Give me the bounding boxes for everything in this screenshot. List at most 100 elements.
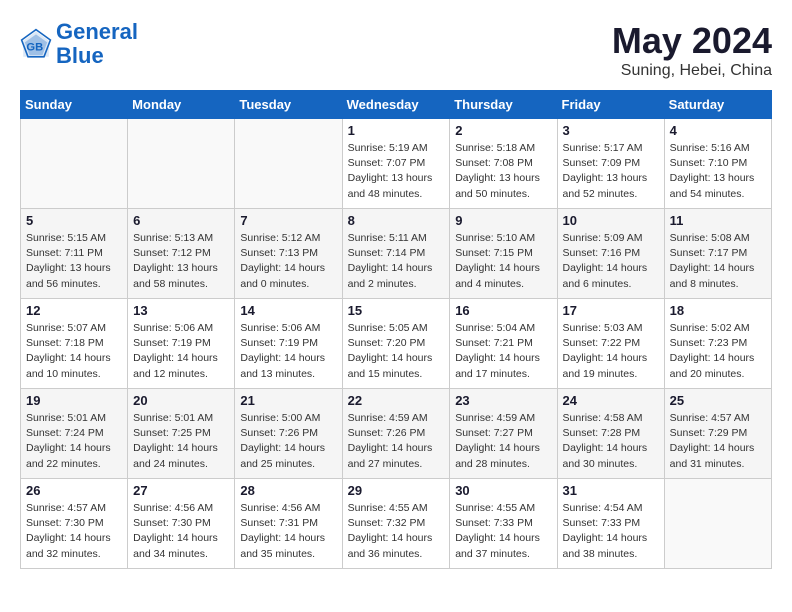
calendar-cell: 18 Sunrise: 5:02 AM Sunset: 7:23 PM Dayli…: [664, 299, 771, 389]
day-number: 18: [670, 303, 766, 318]
day-number: 29: [348, 483, 445, 498]
day-info: Sunrise: 4:55 AM Sunset: 7:33 PM Dayligh…: [455, 501, 551, 562]
month-year: May 2024: [612, 20, 772, 62]
weekday-header-saturday: Saturday: [664, 91, 771, 119]
calendar-cell: 29 Sunrise: 4:55 AM Sunset: 7:32 PM Dayli…: [342, 479, 450, 569]
day-number: 15: [348, 303, 445, 318]
day-number: 1: [348, 123, 445, 138]
day-number: 27: [133, 483, 229, 498]
location: Suning, Hebei, China: [612, 62, 772, 80]
weekday-header-sunday: Sunday: [21, 91, 128, 119]
day-info: Sunrise: 5:05 AM Sunset: 7:20 PM Dayligh…: [348, 321, 445, 382]
weekday-header-wednesday: Wednesday: [342, 91, 450, 119]
weekday-header-tuesday: Tuesday: [235, 91, 342, 119]
day-info: Sunrise: 5:04 AM Sunset: 7:21 PM Dayligh…: [455, 321, 551, 382]
day-number: 2: [455, 123, 551, 138]
weekday-header-monday: Monday: [128, 91, 235, 119]
day-info: Sunrise: 5:02 AM Sunset: 7:23 PM Dayligh…: [670, 321, 766, 382]
day-info: Sunrise: 5:15 AM Sunset: 7:11 PM Dayligh…: [26, 231, 122, 292]
day-number: 13: [133, 303, 229, 318]
day-info: Sunrise: 5:11 AM Sunset: 7:14 PM Dayligh…: [348, 231, 445, 292]
day-info: Sunrise: 5:01 AM Sunset: 7:24 PM Dayligh…: [26, 411, 122, 472]
calendar-cell: [128, 119, 235, 209]
day-info: Sunrise: 5:00 AM Sunset: 7:26 PM Dayligh…: [240, 411, 336, 472]
logo-line2: Blue: [56, 43, 104, 68]
day-number: 11: [670, 213, 766, 228]
calendar-cell: 15 Sunrise: 5:05 AM Sunset: 7:20 PM Dayli…: [342, 299, 450, 389]
calendar-cell: 13 Sunrise: 5:06 AM Sunset: 7:19 PM Dayli…: [128, 299, 235, 389]
svg-text:GB: GB: [26, 42, 43, 54]
week-row-4: 19 Sunrise: 5:01 AM Sunset: 7:24 PM Dayli…: [21, 389, 772, 479]
day-number: 25: [670, 393, 766, 408]
day-number: 3: [563, 123, 659, 138]
calendar-cell: 11 Sunrise: 5:08 AM Sunset: 7:17 PM Dayli…: [664, 209, 771, 299]
day-info: Sunrise: 4:54 AM Sunset: 7:33 PM Dayligh…: [563, 501, 659, 562]
day-number: 21: [240, 393, 336, 408]
day-info: Sunrise: 5:06 AM Sunset: 7:19 PM Dayligh…: [133, 321, 229, 382]
day-info: Sunrise: 5:08 AM Sunset: 7:17 PM Dayligh…: [670, 231, 766, 292]
calendar-cell: 24 Sunrise: 4:58 AM Sunset: 7:28 PM Dayli…: [557, 389, 664, 479]
weekday-header-row: SundayMondayTuesdayWednesdayThursdayFrid…: [21, 91, 772, 119]
day-info: Sunrise: 5:13 AM Sunset: 7:12 PM Dayligh…: [133, 231, 229, 292]
day-info: Sunrise: 5:12 AM Sunset: 7:13 PM Dayligh…: [240, 231, 336, 292]
calendar-cell: 16 Sunrise: 5:04 AM Sunset: 7:21 PM Dayli…: [450, 299, 557, 389]
calendar-cell: 20Sunrise: 5:01 AM Sunset: 7:25 PM Dayli…: [128, 389, 235, 479]
day-info: Sunrise: 4:57 AM Sunset: 7:30 PM Dayligh…: [26, 501, 122, 562]
calendar-cell: 12 Sunrise: 5:07 AM Sunset: 7:18 PM Dayli…: [21, 299, 128, 389]
day-number: 16: [455, 303, 551, 318]
calendar-cell: 8Sunrise: 5:11 AM Sunset: 7:14 PM Daylig…: [342, 209, 450, 299]
day-info: Sunrise: 4:56 AM Sunset: 7:30 PM Dayligh…: [133, 501, 229, 562]
calendar-cell: 19 Sunrise: 5:01 AM Sunset: 7:24 PM Dayli…: [21, 389, 128, 479]
calendar-cell: [21, 119, 128, 209]
calendar-cell: 4 Sunrise: 5:16 AM Sunset: 7:10 PM Daylig…: [664, 119, 771, 209]
day-info: Sunrise: 4:59 AM Sunset: 7:27 PM Dayligh…: [455, 411, 551, 472]
calendar-cell: 21 Sunrise: 5:00 AM Sunset: 7:26 PM Dayli…: [235, 389, 342, 479]
day-number: 6: [133, 213, 229, 228]
day-info: Sunrise: 5:09 AM Sunset: 7:16 PM Dayligh…: [563, 231, 659, 292]
day-info: Sunrise: 5:10 AM Sunset: 7:15 PM Dayligh…: [455, 231, 551, 292]
logo: GB General Blue: [20, 20, 138, 68]
calendar-cell: 7Sunrise: 5:12 AM Sunset: 7:13 PM Daylig…: [235, 209, 342, 299]
logo-line1: General: [56, 19, 138, 44]
day-number: 5: [26, 213, 122, 228]
calendar-cell: 6 Sunrise: 5:13 AM Sunset: 7:12 PM Daylig…: [128, 209, 235, 299]
day-info: Sunrise: 5:17 AM Sunset: 7:09 PM Dayligh…: [563, 141, 659, 202]
calendar-cell: 10 Sunrise: 5:09 AM Sunset: 7:16 PM Dayli…: [557, 209, 664, 299]
day-number: 4: [670, 123, 766, 138]
day-number: 17: [563, 303, 659, 318]
calendar-cell: 28Sunrise: 4:56 AM Sunset: 7:31 PM Dayli…: [235, 479, 342, 569]
calendar-cell: 26 Sunrise: 4:57 AM Sunset: 7:30 PM Dayli…: [21, 479, 128, 569]
day-number: 14: [240, 303, 336, 318]
calendar-cell: 23 Sunrise: 4:59 AM Sunset: 7:27 PM Dayli…: [450, 389, 557, 479]
calendar-cell: 3 Sunrise: 5:17 AM Sunset: 7:09 PM Daylig…: [557, 119, 664, 209]
calendar-cell: 9Sunrise: 5:10 AM Sunset: 7:15 PM Daylig…: [450, 209, 557, 299]
calendar-cell: 2Sunrise: 5:18 AM Sunset: 7:08 PM Daylig…: [450, 119, 557, 209]
logo-text: General Blue: [56, 20, 138, 68]
weekday-header-friday: Friday: [557, 91, 664, 119]
day-number: 12: [26, 303, 122, 318]
page-header: GB General Blue May 2024 Suning, Hebei, …: [20, 20, 772, 80]
day-info: Sunrise: 4:56 AM Sunset: 7:31 PM Dayligh…: [240, 501, 336, 562]
day-info: Sunrise: 5:16 AM Sunset: 7:10 PM Dayligh…: [670, 141, 766, 202]
logo-icon: GB: [20, 28, 52, 60]
week-row-5: 26 Sunrise: 4:57 AM Sunset: 7:30 PM Dayli…: [21, 479, 772, 569]
day-number: 10: [563, 213, 659, 228]
day-number: 22: [348, 393, 445, 408]
day-info: Sunrise: 5:01 AM Sunset: 7:25 PM Dayligh…: [133, 411, 229, 472]
calendar-cell: [235, 119, 342, 209]
day-number: 23: [455, 393, 551, 408]
day-number: 24: [563, 393, 659, 408]
calendar-cell: 31 Sunrise: 4:54 AM Sunset: 7:33 PM Dayli…: [557, 479, 664, 569]
day-number: 31: [563, 483, 659, 498]
day-info: Sunrise: 4:57 AM Sunset: 7:29 PM Dayligh…: [670, 411, 766, 472]
day-number: 19: [26, 393, 122, 408]
day-info: Sunrise: 4:58 AM Sunset: 7:28 PM Dayligh…: [563, 411, 659, 472]
title-block: May 2024 Suning, Hebei, China: [612, 20, 772, 80]
week-row-1: 1Sunrise: 5:19 AM Sunset: 7:07 PM Daylig…: [21, 119, 772, 209]
day-number: 26: [26, 483, 122, 498]
day-number: 30: [455, 483, 551, 498]
day-info: Sunrise: 5:07 AM Sunset: 7:18 PM Dayligh…: [26, 321, 122, 382]
calendar-cell: [664, 479, 771, 569]
day-info: Sunrise: 5:06 AM Sunset: 7:19 PM Dayligh…: [240, 321, 336, 382]
day-info: Sunrise: 4:55 AM Sunset: 7:32 PM Dayligh…: [348, 501, 445, 562]
